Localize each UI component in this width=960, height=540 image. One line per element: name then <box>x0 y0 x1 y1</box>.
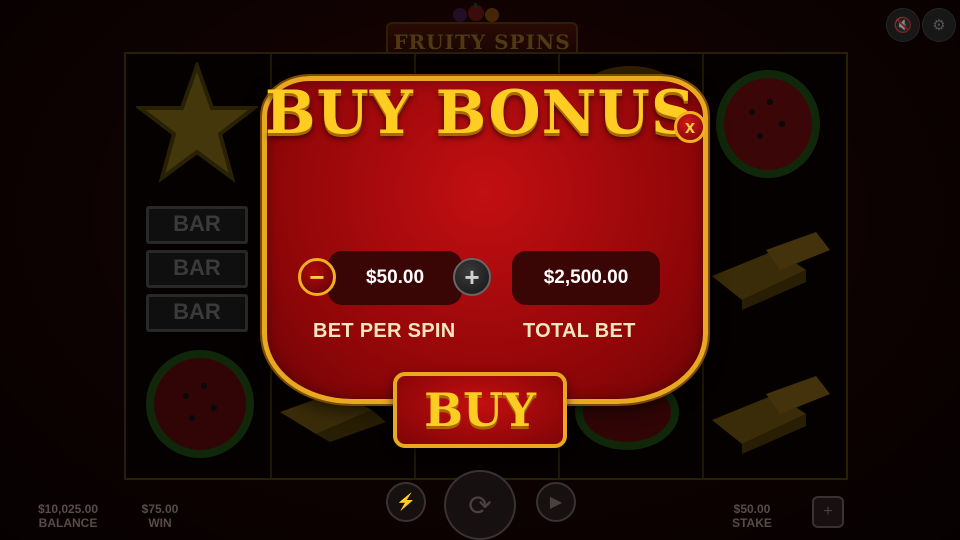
balance-value: $10,025.00 <box>37 502 99 516</box>
win-label: WIN <box>148 516 172 530</box>
balance-display: $10,025.00 BALANCE <box>30 502 106 530</box>
win-display: $75.00 WIN <box>132 502 188 530</box>
increase-stake-button[interactable]: + <box>812 496 844 528</box>
stake-value: $50.00 <box>733 502 771 516</box>
minus-icon: − <box>309 261 325 292</box>
autoplay-icon: ▶ <box>549 494 563 511</box>
bet-per-spin-value: $50.00 <box>365 267 425 288</box>
bet-per-spin-display: $50.00 <box>328 251 462 305</box>
total-bet-value: $2,500.00 <box>543 267 629 288</box>
close-button[interactable]: x <box>674 111 706 143</box>
total-bet-display: $2,500.00 <box>512 251 660 305</box>
autoplay-button[interactable]: ▶ <box>536 482 576 522</box>
close-icon: x <box>684 116 695 137</box>
turbo-button[interactable]: ⚡ <box>386 482 426 522</box>
stake-label: STAKE <box>732 516 772 530</box>
lightning-icon: ⚡ <box>396 494 416 511</box>
spin-button[interactable]: ⟳ <box>444 470 516 540</box>
total-bet-label: TOTAL BET <box>523 320 636 342</box>
increase-bet-button[interactable]: + <box>453 258 491 296</box>
bet-per-spin-label: BET PER SPIN <box>313 320 456 342</box>
modal-title: BUY BONUS <box>264 78 696 148</box>
decrease-bet-button[interactable]: − <box>298 258 336 296</box>
stake-display: $50.00 STAKE <box>722 502 782 530</box>
win-value: $75.00 <box>141 502 179 516</box>
spin-icon: ⟳ <box>468 489 492 521</box>
plus-icon: + <box>464 261 480 292</box>
buy-button[interactable]: BUY <box>393 372 567 448</box>
plus-icon: + <box>823 503 833 520</box>
balance-label: BALANCE <box>38 516 98 530</box>
buy-label: BUY <box>424 383 536 437</box>
